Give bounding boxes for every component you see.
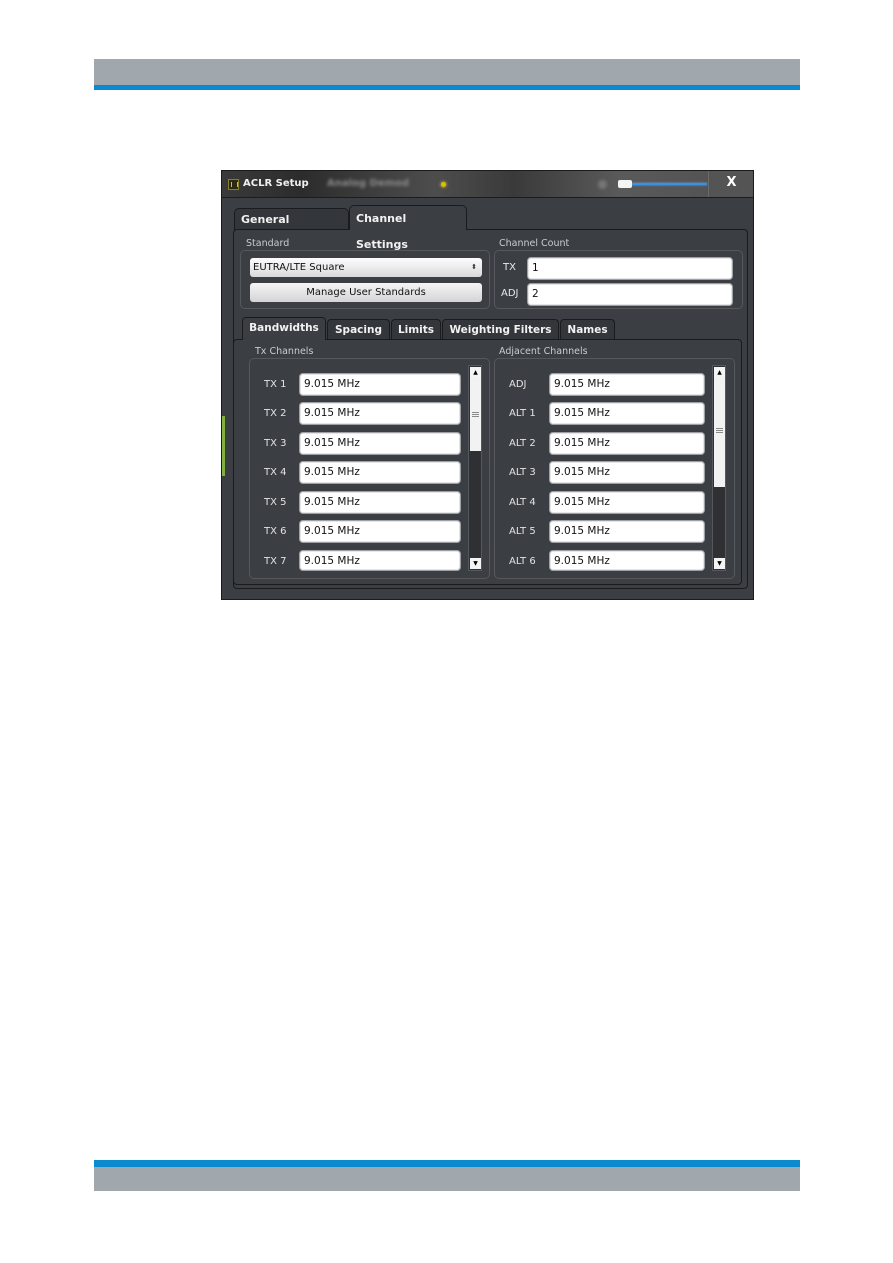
tx-3-label: TX 3: [264, 438, 287, 449]
grip-line: [716, 428, 723, 429]
tab-general-settings[interactable]: General Settings: [234, 208, 349, 248]
tab-channel-settings[interactable]: Channel Settings: [349, 205, 467, 251]
alt-2-bandwidth-input[interactable]: 9.015 MHz: [549, 432, 705, 455]
tx-2-bandwidth-input[interactable]: 9.015 MHz: [299, 402, 461, 425]
alt-1-bandwidth-input[interactable]: 9.015 MHz: [549, 402, 705, 425]
close-button[interactable]: X: [708, 171, 753, 197]
background-trace-strip: [222, 416, 225, 476]
subtab-names[interactable]: Names: [560, 319, 615, 339]
transparency-slider-handle[interactable]: [618, 180, 632, 188]
aclr-setup-dialog: ACLR Setup Analog Demod X General Settin…: [221, 170, 754, 600]
alt-5-bandwidth-input[interactable]: 9.015 MHz: [549, 520, 705, 543]
alt-3-label: ALT 3: [509, 467, 536, 478]
grip-line: [716, 430, 723, 431]
grip-line: [472, 416, 479, 417]
scroll-down-icon[interactable]: ▼: [714, 558, 725, 569]
adj-count-input[interactable]: 2: [527, 283, 733, 306]
standard-section-label: Standard: [246, 238, 290, 249]
app-logo-icon: [228, 179, 239, 190]
tx-6-label: TX 6: [264, 526, 287, 537]
page-footer-accent-line: [94, 1160, 800, 1167]
subtab-limits[interactable]: Limits: [391, 319, 441, 339]
alt-3-bandwidth-input[interactable]: 9.015 MHz: [549, 461, 705, 484]
dialog-titlebar[interactable]: ACLR Setup Analog Demod X: [222, 171, 753, 198]
tx-7-bandwidth-input[interactable]: 9.015 MHz: [299, 550, 461, 571]
status-indicator-icon: [441, 182, 446, 187]
subtab-weighting-filters[interactable]: Weighting Filters: [442, 319, 559, 339]
page-header-accent-line: [94, 85, 800, 90]
transparency-slider-track[interactable]: [622, 183, 707, 185]
alt-1-label: ALT 1: [509, 408, 536, 419]
tx-channels-scrollbar[interactable]: ▲ ▼: [468, 365, 482, 571]
channel-count-section-label: Channel Count: [499, 238, 570, 249]
tx-4-label: TX 4: [264, 467, 287, 478]
tx-7-label: TX 7: [264, 556, 287, 567]
alt-2-label: ALT 2: [509, 438, 536, 449]
adj-label: ADJ: [509, 379, 527, 390]
background-window-title: Analog Demod: [327, 178, 410, 189]
adjacent-channels-section-label: Adjacent Channels: [499, 346, 588, 357]
tx-6-bandwidth-input[interactable]: 9.015 MHz: [299, 520, 461, 543]
subtab-bandwidths[interactable]: Bandwidths: [242, 317, 326, 340]
tx-5-label: TX 5: [264, 497, 287, 508]
adjacent-channels-scrollbar[interactable]: ▲ ▼: [712, 365, 726, 571]
transparency-icon: [598, 180, 607, 189]
grip-line: [472, 412, 479, 413]
subtab-spacing[interactable]: Spacing: [327, 319, 390, 339]
alt-4-label: ALT 4: [509, 497, 536, 508]
alt-6-bandwidth-input[interactable]: 9.015 MHz: [549, 550, 705, 571]
standard-select[interactable]: EUTRA/LTE Square ⬍: [250, 258, 482, 277]
adj-scroll-thumb[interactable]: [714, 378, 725, 487]
adj-count-label: ADJ: [501, 288, 519, 299]
standard-select-value: EUTRA/LTE Square: [253, 262, 345, 273]
dialog-title: ACLR Setup: [243, 178, 309, 189]
manage-user-standards-button[interactable]: Manage User Standards: [250, 283, 482, 302]
scroll-up-icon[interactable]: ▲: [714, 367, 725, 378]
scroll-down-icon[interactable]: ▼: [470, 558, 481, 569]
tx-count-label: TX: [503, 262, 516, 273]
scroll-up-icon[interactable]: ▲: [470, 367, 481, 378]
tx-1-bandwidth-input[interactable]: 9.015 MHz: [299, 373, 461, 396]
tx-5-bandwidth-input[interactable]: 9.015 MHz: [299, 491, 461, 514]
tx-3-bandwidth-input[interactable]: 9.015 MHz: [299, 432, 461, 455]
tx-channels-section-label: Tx Channels: [255, 346, 314, 357]
alt-6-label: ALT 6: [509, 556, 536, 567]
tx-4-bandwidth-input[interactable]: 9.015 MHz: [299, 461, 461, 484]
tx-1-label: TX 1: [264, 379, 287, 390]
page-header-bar: [94, 59, 800, 85]
grip-line: [716, 432, 723, 433]
page-footer-bar: [94, 1167, 800, 1191]
grip-line: [472, 414, 479, 415]
select-arrows-icon: ⬍: [471, 263, 477, 271]
adj-bandwidth-input[interactable]: 9.015 MHz: [549, 373, 705, 396]
alt-4-bandwidth-input[interactable]: 9.015 MHz: [549, 491, 705, 514]
tx-scroll-thumb[interactable]: [470, 378, 481, 451]
tx-count-input[interactable]: 1: [527, 257, 733, 280]
alt-5-label: ALT 5: [509, 526, 536, 537]
tx-2-label: TX 2: [264, 408, 287, 419]
